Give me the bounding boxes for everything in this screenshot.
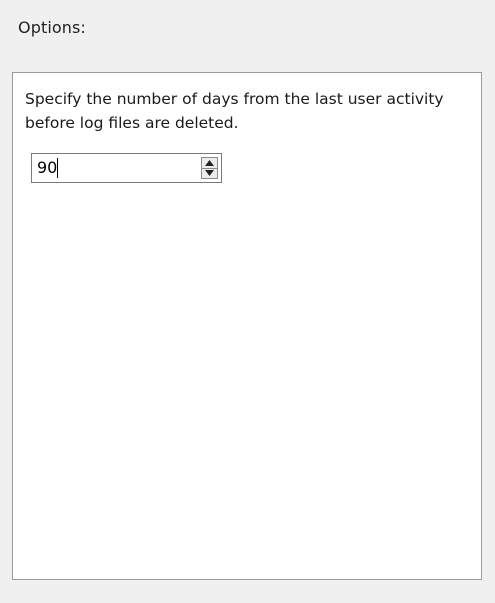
days-input[interactable]: 90 (37, 158, 57, 178)
arrow-down-icon (205, 170, 214, 176)
arrow-up-icon (205, 160, 214, 166)
text-caret (57, 158, 58, 178)
options-dialog: Options: Specify the number of days from… (0, 0, 495, 603)
spin-buttons (201, 157, 218, 179)
options-label: Options: (18, 18, 86, 37)
description-text: Specify the number of days from the last… (25, 90, 444, 132)
days-numeric-updown[interactable]: 90 (31, 153, 222, 183)
decrement-button[interactable] (202, 168, 217, 178)
options-panel: Specify the number of days from the last… (12, 72, 482, 580)
